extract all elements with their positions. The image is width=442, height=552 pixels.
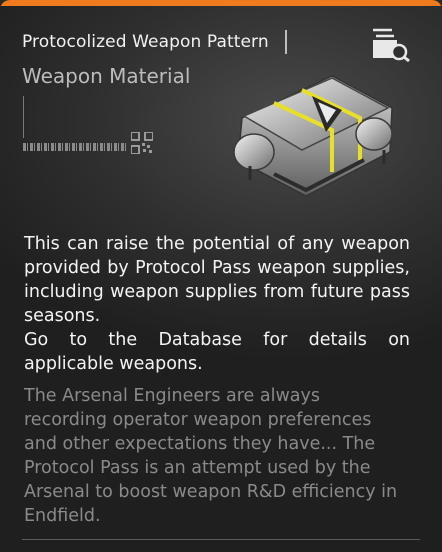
- item-type: Weapon Material: [22, 64, 191, 88]
- qr-code-icon: [131, 132, 153, 154]
- rarity-accent-bar: [0, 0, 442, 6]
- description-line: Go to the Database for details on applic…: [24, 330, 410, 374]
- item-description: This can raise the potential of any weap…: [24, 232, 410, 376]
- title-row: Protocolized Weapon Pattern: [22, 30, 287, 54]
- weapon-pattern-case-icon: [233, 75, 393, 197]
- item-flavor-text: The Arsenal Engineers are always recordi…: [24, 386, 398, 526]
- title-separator: [284, 30, 287, 54]
- description-line: This can raise the potential of any weap…: [24, 234, 410, 326]
- decorative-line: [23, 96, 24, 138]
- barcode-decoration: [23, 143, 127, 151]
- item-name: Protocolized Weapon Pattern: [22, 32, 269, 52]
- item-tooltip-card: Protocolized Weapon Pattern Weapon Mater…: [0, 0, 442, 552]
- divider: [22, 539, 420, 540]
